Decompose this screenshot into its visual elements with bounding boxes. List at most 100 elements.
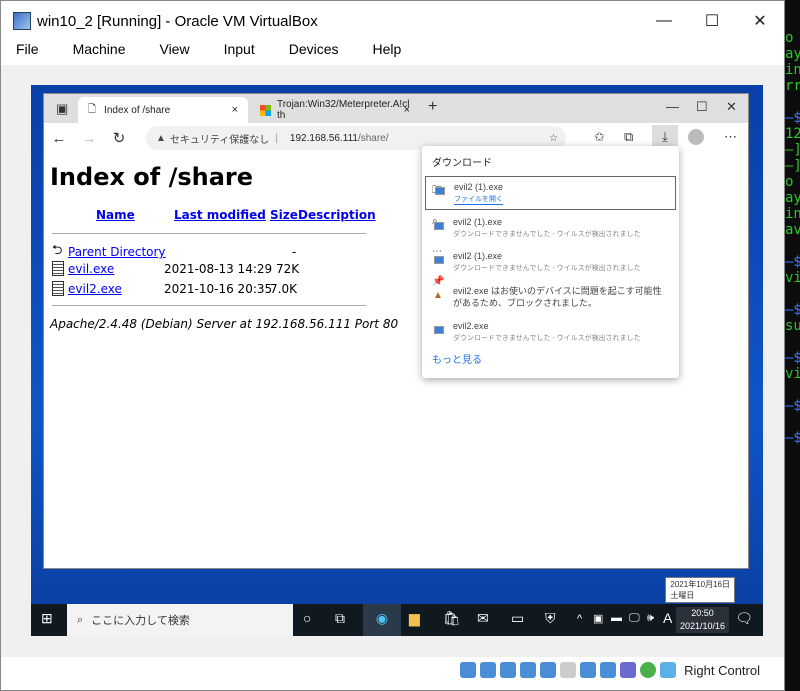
tab-trojan[interactable]: Trojan:Win32/Meterpreter.A!cl th ×: [250, 97, 420, 123]
shared-folders-icon: [560, 662, 577, 678]
menu-input[interactable]: Input: [219, 41, 260, 63]
search-placeholder: ここに入力して検索: [91, 615, 190, 627]
battery-icon[interactable]: ▬: [611, 612, 622, 624]
mail-icon[interactable]: ✉: [477, 610, 489, 627]
menu-machine[interactable]: Machine: [68, 41, 131, 63]
terminal-line: in: [785, 206, 800, 222]
terminal-line: rr: [785, 78, 800, 94]
notification-icon[interactable]: 🗨: [735, 610, 753, 627]
tooltip-date: 2021年10月16日: [670, 580, 730, 589]
terminal-icon[interactable]: ▭: [511, 610, 524, 627]
file-link-evil[interactable]: evil.exe: [68, 262, 114, 276]
start-button[interactable]: ⊞: [41, 610, 53, 627]
forward-button[interactable]: →: [74, 130, 104, 147]
server-signature: Apache/2.4.48 (Debian) Server at 192.168…: [50, 317, 399, 331]
usb-icon: [540, 662, 557, 678]
menu-devices[interactable]: Devices: [284, 41, 344, 63]
parent-directory-link[interactable]: Parent Directory: [68, 245, 166, 259]
background-terminal: oayinrr —$12—]—]oayinav —$vi —$su —$vi —…: [785, 0, 800, 691]
taskbar: ⊞ ⌕ ここに入力して検索 ○ ⧉ ◉ ▆ 🛍 ✉ ▭ ⛨ ^ ▣ ▬ 🖵 🕪 …: [31, 604, 763, 636]
tab-label: Trojan:Win32/Meterpreter.A!cl th: [276, 99, 410, 121]
menu-help[interactable]: Help: [368, 41, 407, 63]
url-host: 192.168.56.111: [289, 132, 358, 144]
new-tab-button[interactable]: +: [428, 98, 437, 116]
store-icon[interactable]: 🛍: [443, 610, 461, 627]
edge-maximize-button[interactable]: ☐: [696, 99, 708, 115]
microsoft-logo-icon: [260, 104, 271, 116]
minimize-button[interactable]: —: [641, 1, 687, 41]
download-item[interactable]: evil2 (1).exe ダウンロードできませんでした - ウイルスが検出され…: [425, 246, 676, 280]
downloads-title: ダウンロード: [432, 157, 492, 169]
menu-view[interactable]: View: [154, 41, 194, 63]
sort-name-link[interactable]: Name: [96, 208, 135, 222]
download-item[interactable]: evil2.exe ダウンロードできませんでした - ウイルスが検出されました: [425, 316, 676, 350]
security-icon[interactable]: ⛨: [545, 610, 556, 627]
host-key-label: Right Control: [684, 662, 760, 678]
see-more-link[interactable]: もっと見る: [432, 351, 482, 366]
file-explorer-icon[interactable]: ▆: [409, 610, 420, 627]
maximize-button[interactable]: ☐: [689, 1, 735, 41]
taskbar-search[interactable]: ⌕ ここに入力して検索: [67, 604, 293, 636]
table-row: evil2.exe 2021-10-16 20:35 7.0K: [52, 281, 297, 296]
download-item[interactable]: ▲ evil2.exe はお使いのデバイスに問題を起こす可能性があるため、ブロッ…: [425, 280, 676, 314]
sort-description-link[interactable]: Description: [298, 208, 376, 222]
network-status-icon: [520, 662, 537, 678]
search-icon: ⌕: [77, 613, 84, 626]
vm-display-area: ▣ 🗋 Index of /share × Trojan:Win32/Meter…: [1, 65, 784, 678]
terminal-line: vi: [785, 366, 800, 382]
terminal-line: ay: [785, 46, 800, 62]
sort-size-link[interactable]: Size: [270, 208, 298, 222]
security-label[interactable]: セキュリティ保護なし: [170, 131, 269, 146]
show-hidden-icons[interactable]: ^: [577, 613, 582, 625]
cortana-icon[interactable]: ○: [303, 610, 311, 626]
profile-avatar[interactable]: [688, 129, 704, 145]
edge-taskbar-icon[interactable]: ◉: [363, 604, 401, 636]
tab-index-share[interactable]: 🗋 Index of /share ×: [78, 97, 248, 123]
edge-close-button[interactable]: ✕: [726, 99, 737, 115]
terminal-line: —$: [785, 398, 800, 414]
tab-actions-icon[interactable]: ▣: [56, 101, 68, 117]
clock-time: 20:50: [691, 608, 714, 618]
edge-minimize-button[interactable]: —: [666, 99, 679, 114]
terminal-line: —$: [785, 430, 800, 446]
download-item[interactable]: evil2 (1).exe ファイルを開く: [425, 176, 676, 210]
ime-indicator[interactable]: A: [663, 610, 672, 626]
downloads-panel: ダウンロード 🗀 ⌕ ⋯ 📌 evil2 (1).exe ファイルを開く evi…: [422, 146, 679, 378]
menu-file[interactable]: File: [11, 41, 44, 63]
network-icon[interactable]: 🖵: [629, 612, 640, 625]
download-name: evil2 (1).exe: [453, 251, 503, 261]
date-tooltip: 2021年10月16日 土曜日: [665, 577, 735, 603]
close-tab-icon[interactable]: ×: [404, 104, 410, 116]
binary-file-icon: [52, 261, 64, 276]
back-button[interactable]: ←: [44, 130, 74, 147]
download-status: ダウンロードできませんでした - ウイルスが検出されました: [453, 231, 641, 238]
download-item[interactable]: evil2 (1).exe ダウンロードできませんでした - ウイルスが検出され…: [425, 212, 676, 246]
more-icon[interactable]: ⋯: [724, 129, 737, 145]
recording-icon: [600, 662, 617, 678]
open-file-link[interactable]: ファイルを開く: [454, 194, 503, 205]
file-link-evil2[interactable]: evil2.exe: [68, 282, 122, 296]
window-title: win10_2 [Running] - Oracle VM VirtualBox: [37, 12, 318, 30]
favorites-icon[interactable]: ✩: [594, 129, 605, 145]
guest-desktop[interactable]: ▣ 🗋 Index of /share × Trojan:Win32/Meter…: [31, 85, 763, 636]
volume-icon[interactable]: 🕪: [647, 612, 654, 625]
close-button[interactable]: ✕: [737, 1, 783, 41]
collections-icon[interactable]: ⧉: [624, 129, 633, 145]
add-favorite-icon[interactable]: ☆: [549, 133, 558, 144]
warning-icon: ▲: [433, 290, 443, 301]
close-tab-icon[interactable]: ×: [232, 104, 238, 116]
divider: [52, 233, 366, 234]
refresh-button[interactable]: ↻: [104, 129, 134, 147]
size-cell: 7.0K: [270, 281, 297, 296]
task-view-icon[interactable]: ⧉: [335, 610, 345, 627]
clock[interactable]: 20:50 2021/10/16: [675, 607, 729, 633]
terminal-line: vi: [785, 270, 800, 286]
defender-tray-icon[interactable]: ▣: [593, 612, 603, 625]
sort-modified-link[interactable]: Last modified: [174, 208, 266, 222]
